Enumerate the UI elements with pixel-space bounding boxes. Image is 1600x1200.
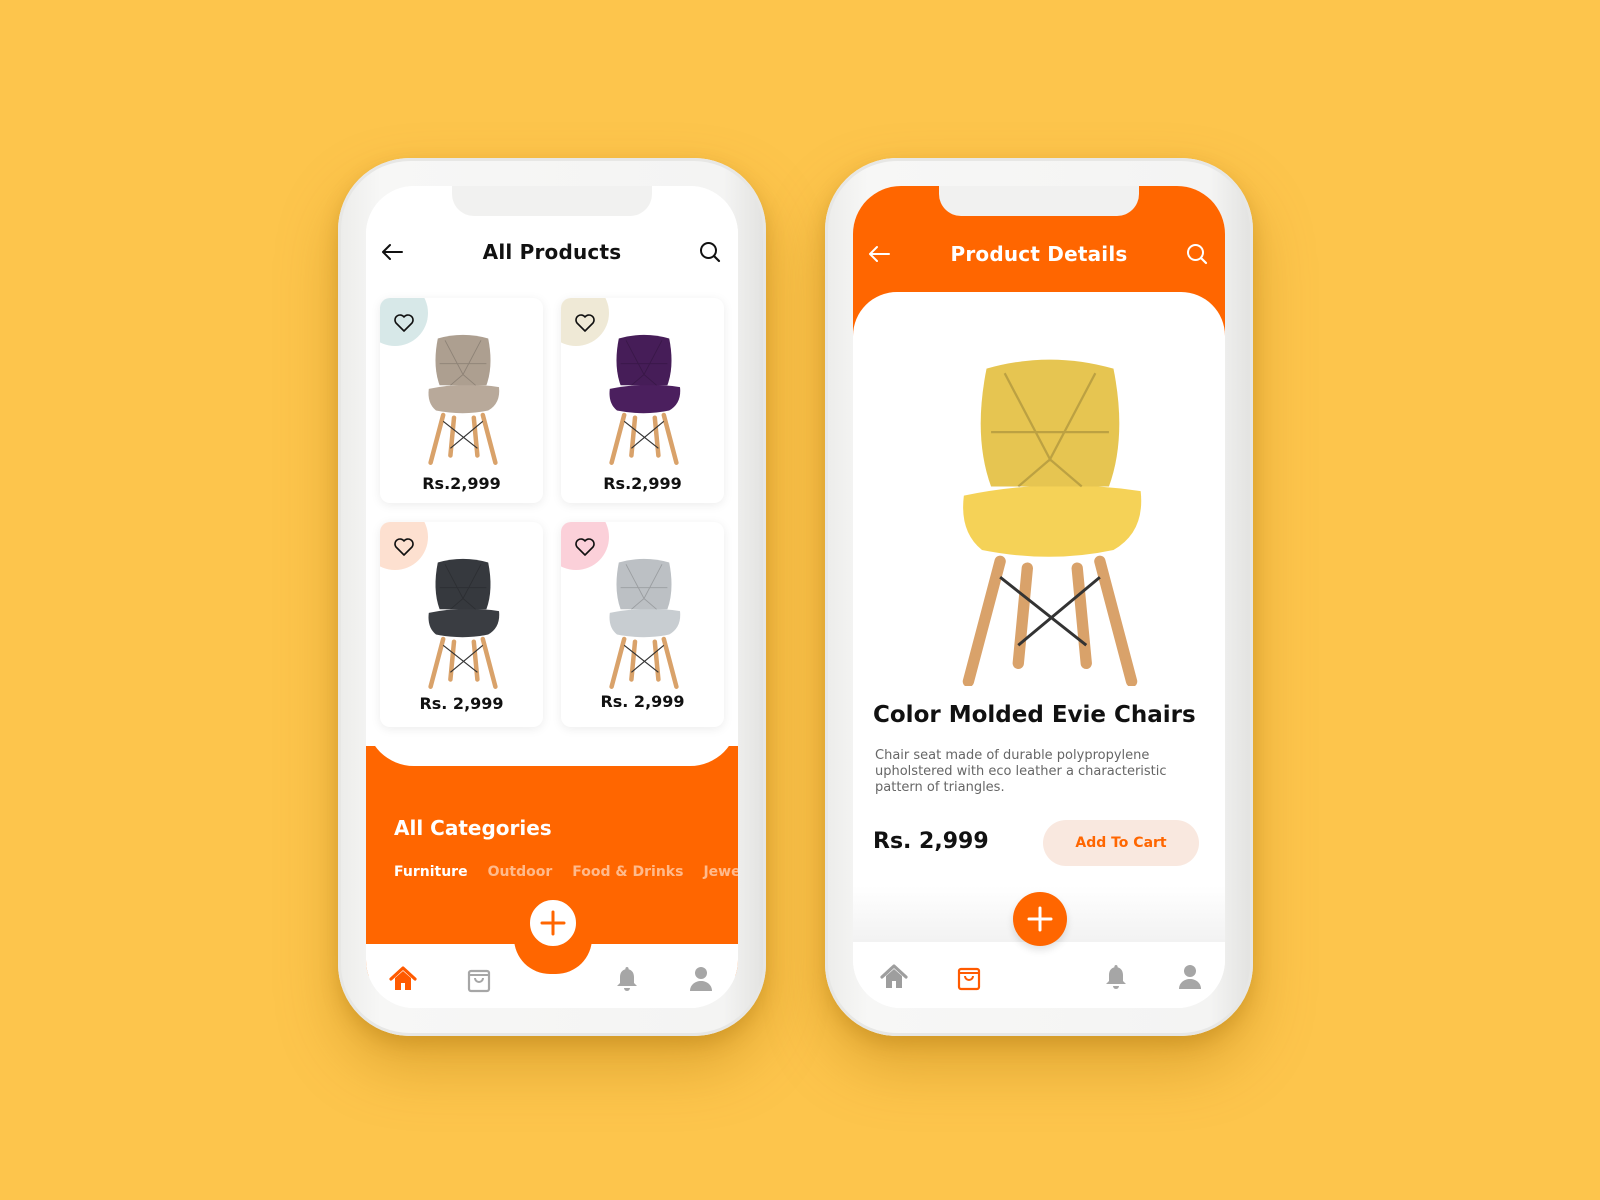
heart-outline-icon[interactable] bbox=[393, 313, 415, 333]
add-button[interactable] bbox=[1013, 892, 1067, 946]
product-price: Rs. 2,999 bbox=[873, 829, 989, 854]
header: All Products bbox=[366, 226, 738, 278]
product-image bbox=[418, 552, 508, 690]
bell-icon[interactable] bbox=[1101, 962, 1131, 992]
home-icon[interactable] bbox=[879, 962, 909, 992]
product-description: Chair seat made of durable polypropylene… bbox=[875, 748, 1167, 795]
category-tabs: Furniture Outdoor Food & Drinks Jewel bbox=[394, 864, 738, 880]
plus-icon bbox=[1027, 906, 1053, 932]
categories-title: All Categories bbox=[394, 816, 552, 840]
home-icon[interactable] bbox=[388, 964, 418, 994]
product-image bbox=[418, 328, 508, 466]
product-card[interactable]: Rs.2,999 bbox=[561, 298, 724, 503]
product-card[interactable]: Rs.2,999 bbox=[380, 298, 543, 503]
tab-jewel[interactable]: Jewel bbox=[703, 864, 738, 880]
product-price: Rs. 2,999 bbox=[600, 692, 685, 711]
add-to-cart-button[interactable]: Add To Cart bbox=[1043, 820, 1199, 866]
product-image bbox=[599, 552, 689, 690]
tab-outdoor[interactable]: Outdoor bbox=[488, 864, 553, 880]
product-price: Rs.2,999 bbox=[603, 474, 682, 493]
phone-notch bbox=[939, 186, 1139, 216]
shopping-bag-icon[interactable] bbox=[954, 962, 984, 992]
product-image bbox=[962, 359, 1142, 686]
header: Product Details bbox=[853, 228, 1225, 280]
phone-all-products: All Products Rs.2,999 Rs.2,999 Rs. 2,999… bbox=[338, 158, 766, 1036]
phone-notch bbox=[452, 186, 652, 216]
page-title: All Products bbox=[482, 240, 622, 264]
arrow-left-icon[interactable] bbox=[378, 238, 406, 266]
product-price: Rs.2,999 bbox=[422, 474, 501, 493]
search-icon[interactable] bbox=[696, 238, 724, 266]
heart-outline-icon[interactable] bbox=[574, 313, 596, 333]
heart-outline-icon[interactable] bbox=[574, 537, 596, 557]
shopping-bag-icon[interactable] bbox=[464, 964, 494, 994]
user-icon[interactable] bbox=[1175, 962, 1205, 992]
product-card[interactable]: Rs. 2,999 bbox=[380, 522, 543, 727]
product-image bbox=[599, 328, 689, 466]
bell-icon[interactable] bbox=[612, 964, 642, 994]
user-icon[interactable] bbox=[686, 964, 716, 994]
product-name: Color Molded Evie Chairs bbox=[873, 702, 1196, 728]
tab-food-drinks[interactable]: Food & Drinks bbox=[572, 864, 683, 880]
bottom-nav bbox=[853, 942, 1225, 1008]
all-products-screen: All Products Rs.2,999 Rs.2,999 Rs. 2,999… bbox=[366, 186, 738, 1008]
add-button[interactable] bbox=[526, 896, 580, 950]
product-details-screen: Product Details Color Molded Evie Chairs… bbox=[853, 186, 1225, 1008]
page-title: Product Details bbox=[950, 242, 1128, 266]
products-area: All Products Rs.2,999 Rs.2,999 Rs. 2,999… bbox=[366, 186, 738, 766]
arrow-left-icon[interactable] bbox=[865, 240, 893, 268]
phone-product-details: Product Details Color Molded Evie Chairs… bbox=[825, 158, 1253, 1036]
product-card[interactable]: Rs. 2,999 bbox=[561, 522, 724, 727]
heart-outline-icon[interactable] bbox=[393, 537, 415, 557]
plus-icon bbox=[540, 910, 566, 936]
search-icon[interactable] bbox=[1183, 240, 1211, 268]
tab-furniture[interactable]: Furniture bbox=[394, 864, 468, 880]
product-price: Rs. 2,999 bbox=[419, 694, 504, 713]
